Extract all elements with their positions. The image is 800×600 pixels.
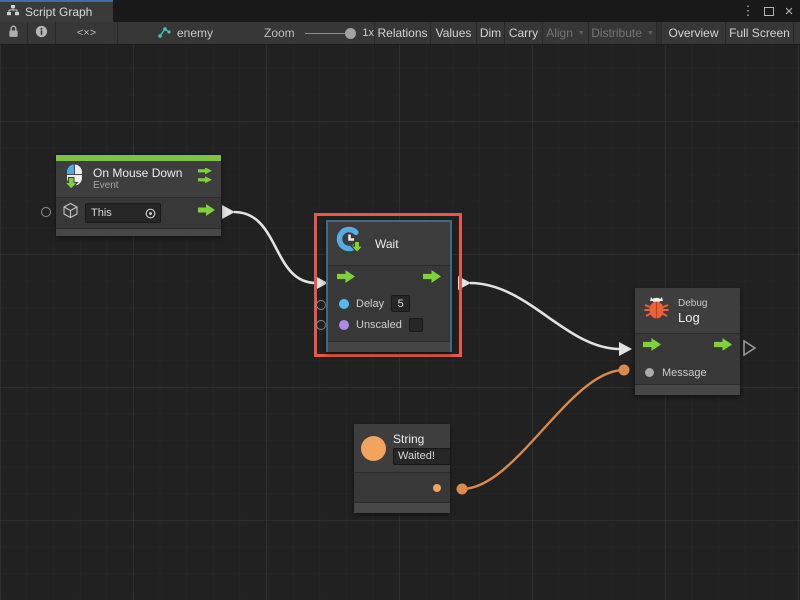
relations-button[interactable]: Relations [374,22,431,44]
align-label: Align [546,26,573,40]
graph-canvas[interactable]: On Mouse Down Event [0,45,800,600]
flow-row [328,265,450,293]
node-on-mouse-down[interactable]: On Mouse Down Event [56,155,221,236]
node-subtitle: Event [93,180,182,192]
flow-row [635,333,740,361]
blue-port-dot[interactable] [339,299,349,309]
message-label: Message [662,367,707,379]
node-footer [354,502,450,513]
bug-icon [643,295,670,326]
info-button[interactable] [28,22,56,44]
wire-string-to-message[interactable] [462,370,624,489]
output-row [354,472,450,502]
dim-button[interactable]: Dim [477,22,505,44]
wire-mousedown-to-wait[interactable] [234,212,316,283]
green-arrow-icon[interactable] [423,270,441,289]
tab-script-graph[interactable]: Script Graph [0,0,113,22]
distribute-label: Distribute [591,26,642,40]
node-title: On Mouse Down [93,166,182,180]
code-angle-button[interactable]: <×> [56,22,118,44]
node-title: Log [678,310,707,325]
node-footer [328,341,450,352]
target-field-value: This [91,207,112,219]
delay-input[interactable]: 5 [391,295,410,312]
wire-wait-to-log[interactable] [470,283,620,349]
distribute-dropdown[interactable]: Distribute ▼ [589,22,657,44]
target-field[interactable]: This [85,203,161,223]
unscaled-row: Unscaled [328,314,450,335]
clock-icon [336,226,367,262]
node-category: Debug [678,297,707,310]
target-in-port[interactable] [41,207,51,217]
target-row: This [56,197,221,228]
flow-out-port[interactable] [222,205,235,219]
unscaled-in-port[interactable] [316,320,326,330]
window-menu-icon[interactable]: ⋮ [740,0,756,22]
purple-port-dot[interactable] [339,320,349,330]
delay-in-port[interactable] [316,300,326,310]
zoom-slider-handle[interactable] [345,28,356,39]
fullscreen-button[interactable]: Full Screen [726,22,794,44]
align-dropdown[interactable]: Align ▼ [543,22,589,44]
node-header[interactable]: String Waited! [354,424,450,472]
orange-circle-icon [361,436,386,461]
gray-port-dot[interactable] [645,368,654,377]
flow-out-port-empty[interactable] [744,341,755,355]
values-button[interactable]: Values [431,22,477,44]
target-icon[interactable] [145,208,156,219]
string-value: Waited! [398,450,435,462]
toolbar: <×> enemy Zoom 1x Relations Values Dim C… [0,22,800,45]
tab-title: Script Graph [25,5,92,19]
value-in-port[interactable] [619,365,630,376]
delay-row: Delay 5 [328,293,450,314]
node-header[interactable]: On Mouse Down Event [56,161,221,197]
green-arrow-icon[interactable] [337,270,355,289]
zoom-slider[interactable] [305,33,354,34]
node-title: String [393,432,451,446]
green-arrow-icon[interactable] [643,338,661,357]
mouse-icon [64,164,85,195]
string-out-dot[interactable] [433,484,441,492]
zoom-value: 1x [362,27,374,39]
wire-arrowhead [619,342,632,356]
lock-button[interactable] [0,22,28,44]
script-graph-window: Script Graph ⋮ × <×> [0,0,800,600]
node-footer [56,228,221,236]
zoom-control: Zoom 1x [228,22,374,44]
green-arrow-icon [198,204,215,222]
green-arrow-icon[interactable] [714,338,732,357]
breadcrumb[interactable]: enemy [118,22,228,44]
coroutine-arrows-icon [198,168,213,190]
lock-icon [8,25,19,41]
chevron-down-icon: ▼ [647,30,654,37]
node-string[interactable]: String Waited! [354,424,450,513]
maximize-icon[interactable] [760,0,778,22]
value-out-port[interactable] [457,484,468,495]
unscaled-checkbox[interactable] [409,318,423,332]
overview-button[interactable]: Overview [662,22,726,44]
graph-icon [157,26,171,41]
node-header[interactable]: Wait [328,222,450,265]
node-debug-log[interactable]: Debug Log Message [635,288,740,395]
hierarchy-icon [7,3,19,21]
titlebar: Script Graph ⋮ × [0,0,800,22]
message-row: Message [635,361,740,384]
unscaled-label: Unscaled [356,319,402,331]
info-icon [35,25,48,41]
string-input[interactable]: Waited! [393,448,451,465]
carry-button[interactable]: Carry [505,22,543,44]
node-wait[interactable]: Wait Delay 5 Unscaled [326,220,452,352]
node-title: Wait [375,237,399,251]
graph-name: enemy [177,26,213,40]
chevron-down-icon: ▼ [578,30,585,37]
delay-value: 5 [398,298,404,310]
cube-icon [62,202,79,224]
node-footer [635,384,740,395]
delay-label: Delay [356,298,384,310]
close-icon[interactable]: × [780,0,798,22]
zoom-label: Zoom [264,26,295,40]
node-header[interactable]: Debug Log [635,288,740,333]
